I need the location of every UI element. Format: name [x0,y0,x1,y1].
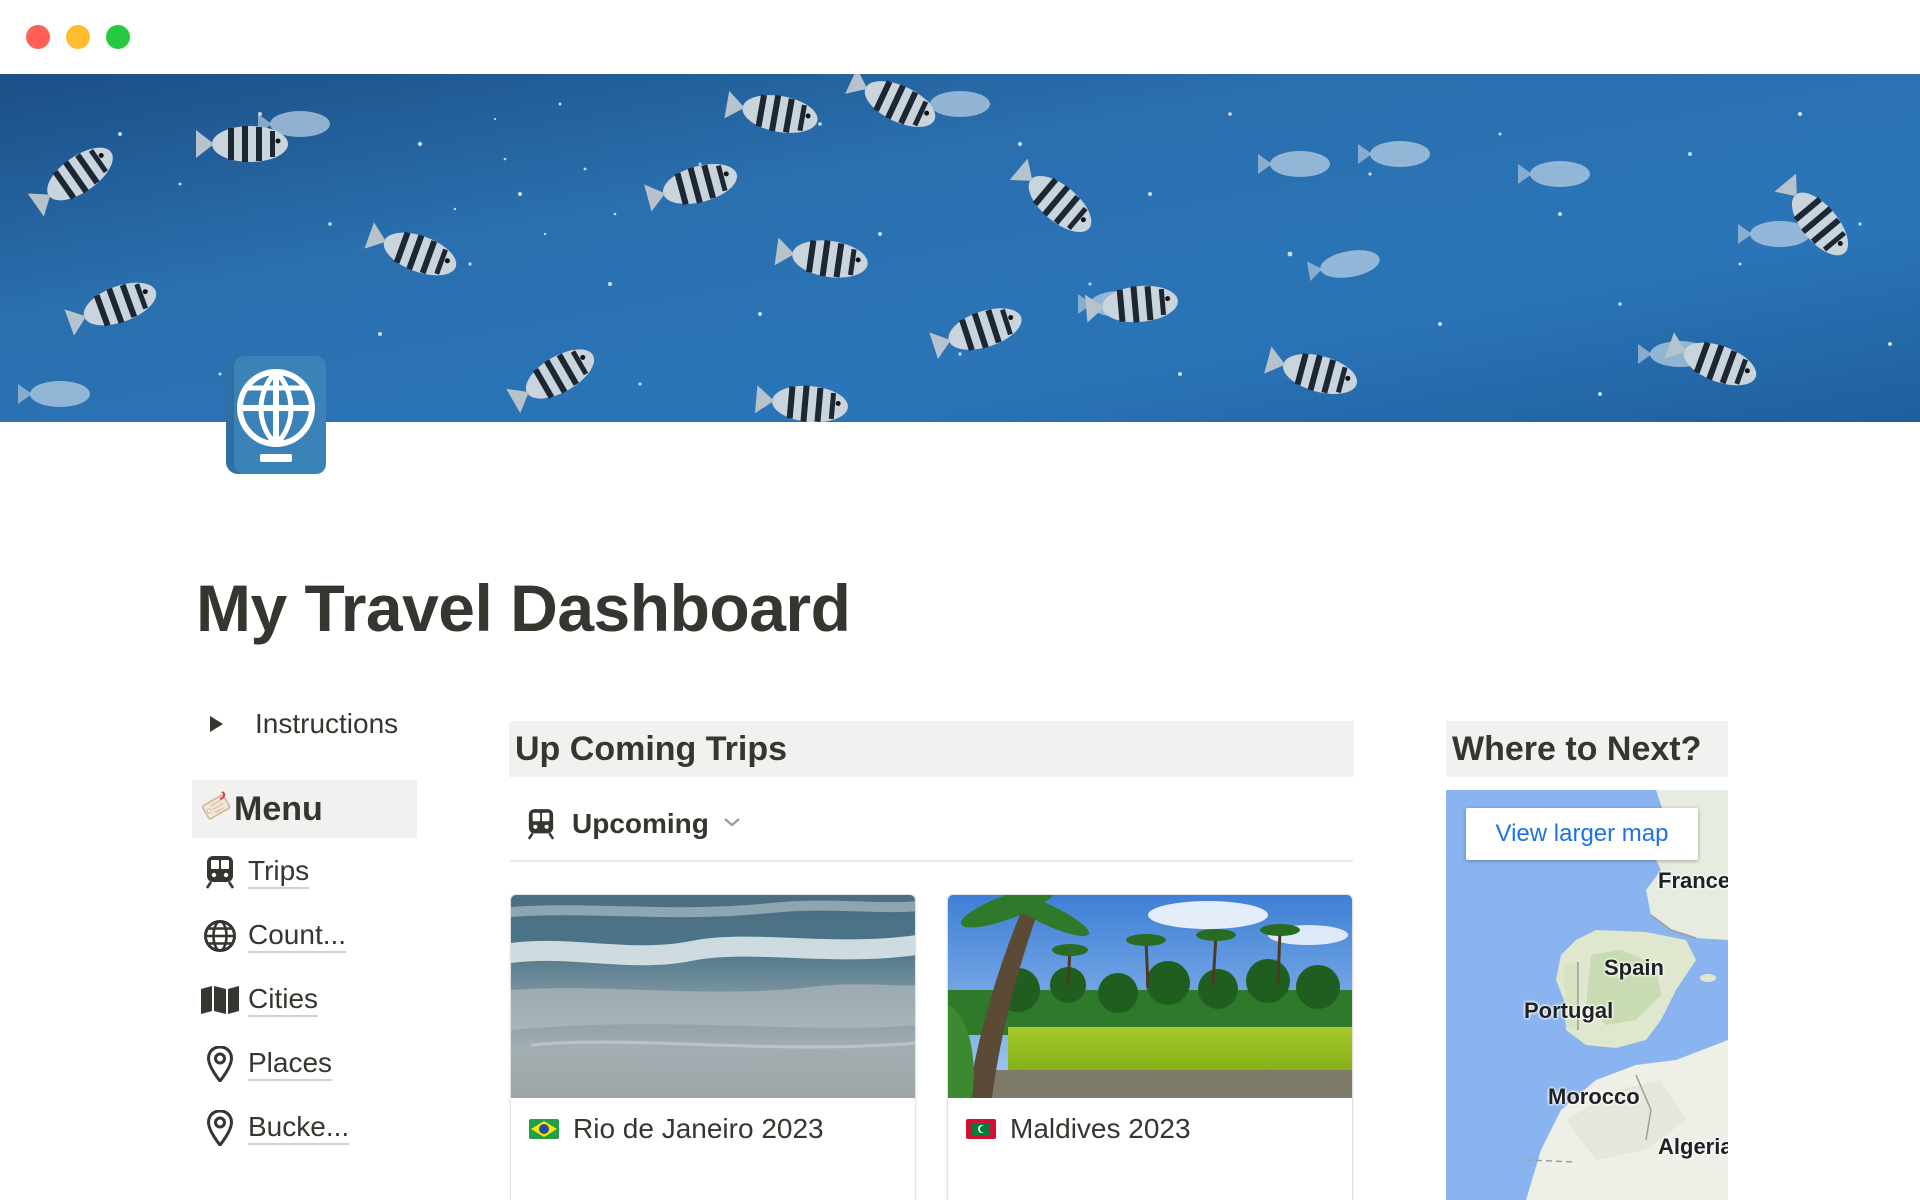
pin-icon [200,1044,240,1084]
menu-item-label: Cities [248,983,319,1017]
map-label-morocco: Morocco [1548,1084,1640,1109]
trip-card-rio[interactable]: Rio de Janeiro 2023 [510,894,916,1200]
menu-item-trips[interactable]: Trips [200,849,310,895]
view-larger-map-link[interactable]: View larger map [1466,808,1698,860]
close-window-button[interactable] [26,25,50,49]
map-label-france: France [1658,868,1728,893]
view-divider [510,860,1353,862]
card-title-label: Rio de Janeiro 2023 [573,1113,824,1144]
maximize-window-button[interactable] [106,25,130,49]
menu-item-countries[interactable]: Count... [200,913,347,959]
menu-item-label: Places [248,1047,333,1081]
menu-heading-label: Menu [234,789,323,828]
embedded-map[interactable]: View larger map France Spain Portugal Mo… [1446,790,1728,1200]
card-cover-image [511,895,915,1098]
menu-item-places[interactable]: Places [200,1041,333,1087]
window-titlebar [0,0,1920,74]
where-to-next-heading: Where to Next? [1446,721,1728,777]
section-heading-label: Where to Next? [1452,729,1702,768]
map-label-portugal: Portugal [1524,998,1614,1023]
instructions-toggle[interactable]: Instructions [206,706,398,742]
map-icon [200,980,240,1020]
minimize-window-button[interactable] [66,25,90,49]
luggage-tag-icon [198,790,232,829]
view-selector-upcoming[interactable]: Upcoming [524,800,741,848]
maldives-flag-icon [966,1119,996,1139]
page-title[interactable]: My Travel Dashboard [196,570,851,646]
menu-item-cities[interactable]: Cities [200,977,319,1023]
train-icon [200,852,240,892]
card-title[interactable]: Maldives 2023 [966,1113,1191,1145]
card-cover-image [948,895,1352,1098]
passport-icon[interactable] [226,356,326,474]
globe-icon [200,916,240,956]
section-heading-label: Up Coming Trips [515,729,787,768]
trip-card-maldives[interactable]: Maldives 2023 [947,894,1353,1200]
card-title-label: Maldives 2023 [1010,1113,1191,1144]
toggle-label: Instructions [255,708,399,739]
menu-item-label: Bucke... [248,1111,350,1145]
pin-icon [200,1108,240,1148]
menu-item-bucket-list[interactable]: Bucke... [200,1105,350,1151]
view-label: Upcoming [572,808,709,839]
chevron-down-icon[interactable] [723,815,741,833]
menu-item-label: Trips [248,855,310,889]
menu-item-label: Count... [248,919,347,953]
upcoming-trips-heading: Up Coming Trips [509,721,1354,777]
caret-right-icon[interactable] [210,716,223,732]
card-title[interactable]: Rio de Janeiro 2023 [529,1113,824,1145]
map-label-algeria: Algeria [1658,1134,1728,1159]
train-icon [524,807,558,841]
brazil-flag-icon [529,1119,559,1139]
menu-heading: Menu [192,780,417,838]
map-label-spain: Spain [1604,955,1664,980]
